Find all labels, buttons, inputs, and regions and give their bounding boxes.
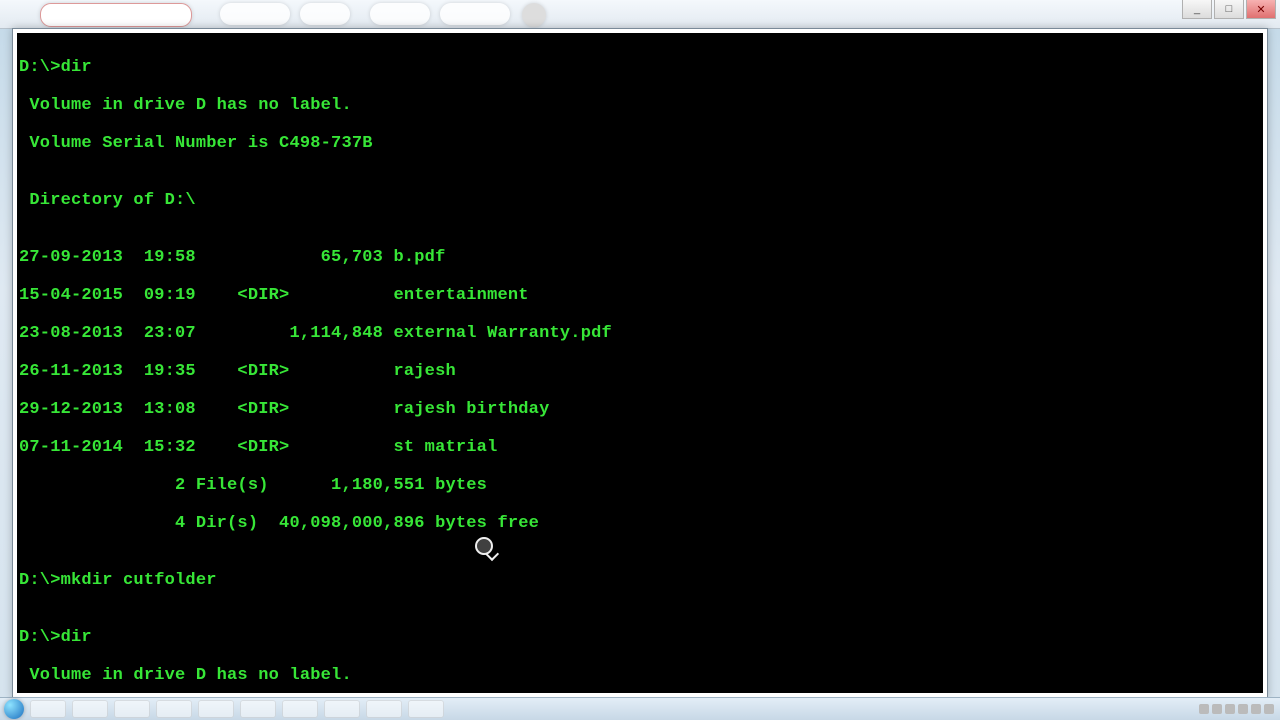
dir-row: 29-12-2013 13:08 <DIR> rajesh birthday [19,400,1261,419]
start-button[interactable] [4,699,24,719]
taskbar[interactable] [0,697,1280,720]
dir-row: 26-11-2013 19:35 <DIR> rajesh [19,362,1261,381]
prompt-line: D:\>mkdir cutfolder [19,571,1261,590]
tab-blur [440,3,510,25]
taskbar-item[interactable] [156,700,192,718]
directory-header: Directory of D:\ [19,191,1261,210]
taskbar-item[interactable] [408,700,444,718]
tray-icon[interactable] [1212,704,1222,714]
taskbar-item[interactable] [240,700,276,718]
minimize-button[interactable]: _ [1182,0,1212,19]
dir-row: 27-09-2013 19:58 65,703 b.pdf [19,248,1261,267]
close-button[interactable]: ✕ [1246,0,1276,19]
tab-blur [220,3,290,25]
taskbar-item[interactable] [282,700,318,718]
command: dir [61,628,92,647]
dir-summary: 4 Dir(s) 40,098,000,896 bytes free [19,514,1261,533]
window-controls: _ □ ✕ [1182,0,1276,22]
tray-icon[interactable] [1225,704,1235,714]
tray-icon[interactable] [1199,704,1209,714]
volume-label: Volume in drive D has no label. [19,96,1261,115]
taskbar-item[interactable] [114,700,150,718]
system-tray[interactable] [1199,704,1280,714]
prompt: D:\> [19,628,61,647]
taskbar-item[interactable] [324,700,360,718]
taskbar-item[interactable] [198,700,234,718]
volume-label: Volume in drive D has no label. [19,666,1261,685]
browser-tab[interactable] [40,3,192,27]
command: dir [61,58,92,77]
reload-icon[interactable] [522,3,546,27]
window-titlebar: _ □ ✕ [0,0,1280,29]
volume-serial: Volume Serial Number is C498-737B [19,134,1261,153]
dir-summary: 2 File(s) 1,180,551 bytes [19,476,1261,495]
dir-row: 07-11-2014 15:32 <DIR> st matrial [19,438,1261,457]
prompt-line: D:\>dir [19,58,1261,77]
maximize-button[interactable]: □ [1214,0,1244,19]
tray-icon[interactable] [1264,704,1274,714]
taskbar-item[interactable] [72,700,108,718]
prompt: D:\> [19,571,61,590]
desktop: _ □ ✕ D:\>dir Volume in drive D has no l… [0,0,1280,720]
tray-icon[interactable] [1238,704,1248,714]
tray-icon[interactable] [1251,704,1261,714]
dir-row: 23-08-2013 23:07 1,114,848 external Warr… [19,324,1261,343]
terminal-window: D:\>dir Volume in drive D has no label. … [12,28,1268,698]
command: mkdir cutfolder [61,571,217,590]
dir-row: 15-04-2015 09:19 <DIR> entertainment [19,286,1261,305]
prompt-line: D:\>dir [19,628,1261,647]
taskbar-item[interactable] [366,700,402,718]
tab-blur [300,3,350,25]
prompt: D:\> [19,58,61,77]
terminal-output[interactable]: D:\>dir Volume in drive D has no label. … [17,33,1263,693]
tab-blur [370,3,430,25]
taskbar-item[interactable] [30,700,66,718]
